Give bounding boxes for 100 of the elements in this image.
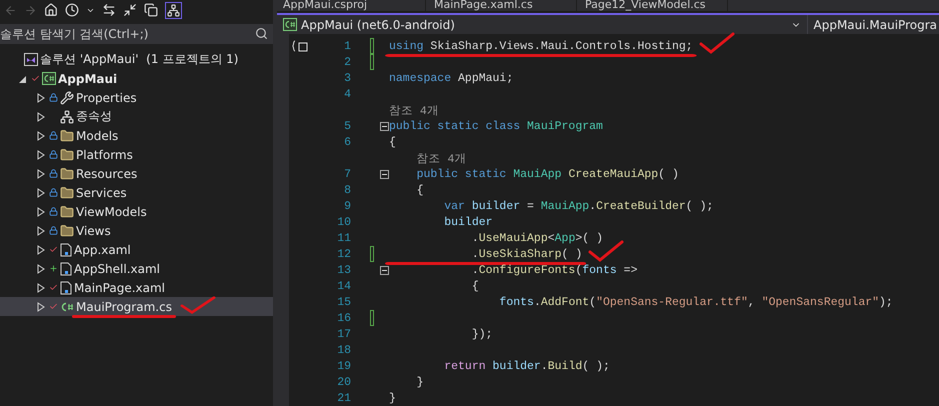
tree-item[interactable]: Views [0,221,273,240]
tree-item-label: MauiProgram.cs [76,300,172,314]
line-number: 6 [343,136,351,148]
line-number: 21 [336,392,351,404]
tree-item[interactable]: AppMaui [0,69,273,88]
folder-icon [60,128,74,142]
folder-icon [60,148,74,162]
line-number: 14 [336,280,351,292]
tree-item-label: App.xaml [74,242,131,256]
file-icon [60,262,72,276]
code-line: }); [470,328,493,340]
code-line: public static class MauiProgram [389,120,603,132]
tree-item[interactable]: Services [0,183,273,202]
code-line: using SkiaSharp.Views.Maui.Controls.Hosting; [389,40,693,52]
line-number: 11 [336,232,351,244]
code-line: fonts.AddFont("OpenSans-Regular.ttf", "OpenSansRegular"); [498,296,893,308]
line-number: 8 [343,184,351,196]
collapse-icon[interactable] [380,170,388,178]
tree-item-label: Views [76,224,111,238]
line-number: 13 [336,264,351,276]
code-line: builder [443,216,493,228]
collapse-icon[interactable] [380,266,388,274]
tree-item[interactable]: 솔루션 'AppMaui' (1 프로젝트의 1) [0,50,273,69]
tree-item[interactable]: Models [0,126,273,145]
code-line: { [416,184,424,196]
tree-item[interactable]: Resources [0,164,273,183]
tree-item-label: Resources [76,166,138,180]
line-number: 16 [336,312,351,324]
tree-item[interactable]: Properties [0,88,273,107]
line-number: 5 [343,120,351,132]
search-field[interactable]: 솔루션 탐색기 검색(Ctrl+;) [0,24,273,44]
collapsed-icon[interactable] [37,188,45,198]
collapsed-icon[interactable] [37,282,45,292]
csharp-icon [60,300,74,312]
line-number: 7 [343,168,351,180]
view-button[interactable] [165,2,182,18]
tree-item[interactable]: MainPage.xaml [0,278,273,297]
code-line: namespace AppMaui; [389,72,514,84]
line-number: 1 [343,40,351,52]
tree-item[interactable]: MauiProgram.cs [0,297,273,316]
folder-icon [60,204,74,218]
line-number: 9 [343,200,351,212]
collapsed-icon[interactable] [37,150,45,160]
folder-icon [60,224,74,238]
collapsed-icon[interactable] [37,244,45,254]
line-number: 20 [336,376,351,388]
scope-icon [292,40,310,52]
search-icon [255,27,268,40]
collapsed-icon[interactable] [37,264,45,274]
line-number: 10 [336,216,351,228]
wrench-icon [60,90,74,104]
collapsed-icon[interactable] [37,226,45,236]
collapsed-icon[interactable] [37,302,45,312]
tree-item-label: Platforms [76,148,133,162]
copy-button[interactable] [144,3,158,17]
home-button[interactable] [44,3,58,17]
tree-item-label: 종속성 [76,108,112,125]
folder-icon [60,186,74,200]
tree-item-label: Properties [76,90,137,104]
collapsed-icon[interactable] [37,112,45,122]
collapse-icon[interactable] [380,122,388,130]
expanded-icon[interactable] [19,74,27,84]
tree-item-label: Services [76,186,127,200]
sync-button[interactable] [102,3,116,17]
collapse-button[interactable] [123,3,137,17]
collapsed-icon[interactable] [37,206,45,216]
tree-item[interactable]: 종속성 [0,107,273,126]
dependencies-icon [60,110,74,124]
file-icon [60,280,72,294]
tree-item-label: AppShell.xaml [74,262,160,276]
tree-item-label: MainPage.xaml [74,280,165,294]
tree-item-label: ViewModels [76,204,147,218]
tree-item[interactable]: AppShell.xaml [0,259,273,278]
code-line: var builder = MauiApp.CreateBuilder( ); [443,200,714,212]
line-number: 4 [343,88,351,100]
history-button[interactable] [65,3,79,17]
csharp-project-icon [283,18,297,32]
collapsed-icon[interactable] [37,168,45,178]
line-number: 17 [336,328,351,340]
code-line: { [470,280,479,292]
code-line: } [389,392,396,404]
reference-count[interactable]: 참조 4개 [389,102,439,118]
collapsed-icon[interactable] [37,130,45,140]
tree-item[interactable]: ViewModels [0,202,273,221]
code-line: } [416,376,424,388]
tree-item[interactable]: Platforms [0,145,273,164]
member-dropdown[interactable]: AppMaui.MauiProgra [808,18,939,32]
line-number: 15 [336,296,351,308]
collapsed-icon[interactable] [37,92,45,102]
folder-icon [60,166,74,180]
code-line: .ConfigureFonts(fonts => [470,264,638,276]
line-number: 3 [343,72,351,84]
code-line: .UseSkiaSharp( ) [470,248,582,260]
reference-count[interactable]: 참조 4개 [389,150,466,166]
file-icon [60,242,72,256]
line-number: 19 [336,360,351,372]
code-line: .UseMauiApp<App>( ) [470,232,603,244]
code-line: { [389,136,396,148]
tree-item[interactable]: App.xaml [0,240,273,259]
line-number: 12 [336,248,351,260]
